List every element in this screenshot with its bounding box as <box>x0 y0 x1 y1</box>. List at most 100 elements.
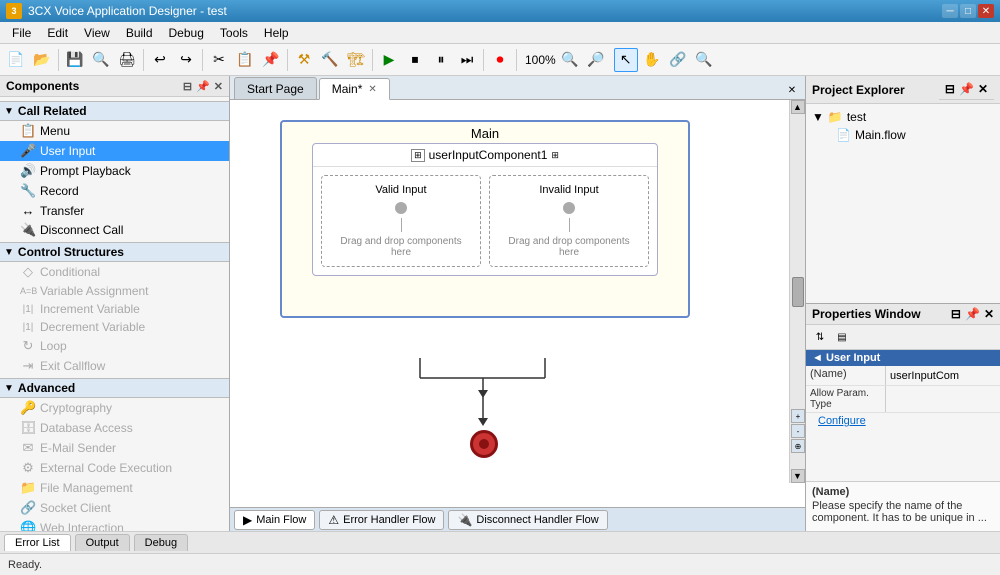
menu-debug[interactable]: Debug <box>161 24 212 42</box>
stop-button[interactable]: ⏹ <box>403 48 427 72</box>
run-button[interactable]: ▶ <box>377 48 401 72</box>
print-button[interactable]: 🖨 <box>115 48 139 72</box>
record-button[interactable]: ⏺ <box>488 48 512 72</box>
canvas-close-button[interactable]: ✕ <box>783 81 801 99</box>
invalid-input-label: Invalid Input <box>539 184 598 196</box>
toolbar: 📄 📂 💾 🔍 🖨 ↩ ↪ ✂ 📋 📌 ⚒ 🔨 🏗 ▶ ⏹ ⏸ ⏭ ⏺ 100%… <box>0 44 1000 76</box>
select-button[interactable]: ↖ <box>614 48 638 72</box>
component-transfer[interactable]: ↔ Transfer <box>0 201 229 220</box>
close-button[interactable]: ✕ <box>978 4 994 18</box>
component-label: Web Interaction <box>40 521 124 531</box>
component-database[interactable]: 🗄 Database Access <box>0 418 229 438</box>
components-close-button[interactable]: ✕ <box>214 80 223 93</box>
menu-help[interactable]: Help <box>256 24 297 42</box>
tab-output[interactable]: Output <box>75 534 130 551</box>
canvas-btn-2[interactable]: - <box>791 424 805 438</box>
tab-main[interactable]: Main* ✕ <box>319 78 390 100</box>
component-conditional[interactable]: ◇ Conditional <box>0 262 229 282</box>
tab-start-page[interactable]: Start Page <box>234 77 317 99</box>
component-web[interactable]: 🌐 Web Interaction <box>0 518 229 531</box>
tab-error-list[interactable]: Error List <box>4 534 71 551</box>
canvas-extra-buttons: + - ⊕ <box>791 409 805 453</box>
error-flow-tab[interactable]: ⚠ Error Handler Flow <box>319 510 444 530</box>
maximize-button[interactable]: □ <box>960 4 976 18</box>
menu-view[interactable]: View <box>76 24 118 42</box>
user-input-component-box[interactable]: ⊞ userInputComponent1 ⊞ Valid Input <box>312 143 658 276</box>
tab-close-button[interactable]: ✕ <box>368 84 376 95</box>
pe-dock-button[interactable]: ⊟ <box>945 82 955 96</box>
clean-button[interactable]: 🏗 <box>344 48 368 72</box>
minimize-button[interactable]: ─ <box>942 4 958 18</box>
zoom-out-button[interactable]: 🔍 <box>558 48 582 72</box>
component-socket[interactable]: 🔗 Socket Client <box>0 498 229 518</box>
canvas-btn-3[interactable]: ⊕ <box>791 439 805 453</box>
zoom-in-button[interactable]: 🔎 <box>584 48 608 72</box>
section-advanced[interactable]: ▼ Advanced <box>0 378 229 398</box>
components-pin-button[interactable]: 📌 <box>196 80 210 93</box>
component-menu[interactable]: 📋 Menu <box>0 121 229 141</box>
component-user-input[interactable]: 🎤 User Input <box>0 141 229 161</box>
props-close-button[interactable]: ✕ <box>984 307 994 321</box>
paste-button[interactable]: 📌 <box>259 48 283 72</box>
hand-button[interactable]: ✋ <box>640 48 664 72</box>
props-group-button[interactable]: ▤ <box>832 327 852 347</box>
component-increment[interactable]: |1| Increment Variable <box>0 300 229 318</box>
pe-pin-button[interactable]: 📌 <box>959 82 974 96</box>
component-email[interactable]: ✉ E-Mail Sender <box>0 438 229 458</box>
save-button[interactable]: 💾 <box>63 48 87 72</box>
canvas-area[interactable]: Main ⊞ userInputComponent1 ⊞ <box>230 100 805 507</box>
exit-icon: ⇥ <box>20 358 36 374</box>
build-button[interactable]: ⚒ <box>292 48 316 72</box>
menu-file[interactable]: File <box>4 24 39 42</box>
component-external-code[interactable]: ⚙ External Code Execution <box>0 458 229 478</box>
invalid-input-branch[interactable]: Invalid Input Drag and drop components h… <box>489 175 649 267</box>
components-dock-button[interactable]: ⊟ <box>183 80 192 93</box>
pe-close-button[interactable]: ✕ <box>978 82 988 96</box>
connect-button[interactable]: 🔗 <box>666 48 690 72</box>
component-cryptography[interactable]: 🔑 Cryptography <box>0 398 229 418</box>
open-button[interactable]: 📂 <box>30 48 54 72</box>
step-button[interactable]: ⏭ <box>455 48 479 72</box>
component-file-mgmt[interactable]: 📁 File Management <box>0 478 229 498</box>
pause-button[interactable]: ⏸ <box>429 48 453 72</box>
canvas-scroll[interactable]: Main ⊞ userInputComponent1 ⊞ <box>230 100 805 507</box>
undo-button[interactable]: ↩ <box>148 48 172 72</box>
component-exit-callflow[interactable]: ⇥ Exit Callflow <box>0 356 229 376</box>
main-flow-tab[interactable]: ▶ Main Flow <box>234 510 315 530</box>
section-call-related[interactable]: ▼ Call Related <box>0 101 229 121</box>
scroll-thumb[interactable] <box>792 277 804 307</box>
tab-debug[interactable]: Debug <box>134 534 188 551</box>
component-variable-assignment[interactable]: A=B Variable Assignment <box>0 282 229 300</box>
component-decrement[interactable]: |1| Decrement Variable <box>0 318 229 336</box>
project-name: test <box>847 110 866 124</box>
component-record[interactable]: 🔧 Record <box>0 181 229 201</box>
disconnect-flow-tab[interactable]: 🔌 Disconnect Handler Flow <box>448 510 607 530</box>
configure-link[interactable]: Configure <box>812 413 872 429</box>
menu-tools[interactable]: Tools <box>212 24 256 42</box>
valid-input-branch[interactable]: Valid Input Drag and drop components her… <box>321 175 481 267</box>
main-flow-file[interactable]: 📄 Main.flow <box>808 126 998 144</box>
copy-button[interactable]: 📋 <box>233 48 257 72</box>
scroll-down-button[interactable]: ▼ <box>791 469 805 483</box>
redo-button[interactable]: ↪ <box>174 48 198 72</box>
component-prompt-playback[interactable]: 🔊 Prompt Playback <box>0 161 229 181</box>
section-control-structures[interactable]: ▼ Control Structures <box>0 242 229 262</box>
props-val-allow[interactable] <box>886 386 1000 412</box>
component-loop[interactable]: ↻ Loop <box>0 336 229 356</box>
search-button[interactable]: 🔍 <box>89 48 113 72</box>
props-pin-button[interactable]: 📌 <box>965 307 980 321</box>
scroll-up-button[interactable]: ▲ <box>791 100 805 114</box>
component-disconnect-call[interactable]: 🔌 Disconnect Call <box>0 220 229 240</box>
props-dock-button[interactable]: ⊟ <box>951 307 961 321</box>
menu-build[interactable]: Build <box>118 24 161 42</box>
component-label: Exit Callflow <box>40 359 105 373</box>
rebuild-button[interactable]: 🔨 <box>318 48 342 72</box>
cut-button[interactable]: ✂ <box>207 48 231 72</box>
menu-edit[interactable]: Edit <box>39 24 76 42</box>
project-root[interactable]: ▼ 📁 test <box>808 108 998 126</box>
canvas-btn-1[interactable]: + <box>791 409 805 423</box>
props-sort-button[interactable]: ⇅ <box>810 327 830 347</box>
search2-button[interactable]: 🔍 <box>692 48 716 72</box>
props-val-name[interactable]: userInputCom <box>886 366 1000 385</box>
new-button[interactable]: 📄 <box>4 48 28 72</box>
